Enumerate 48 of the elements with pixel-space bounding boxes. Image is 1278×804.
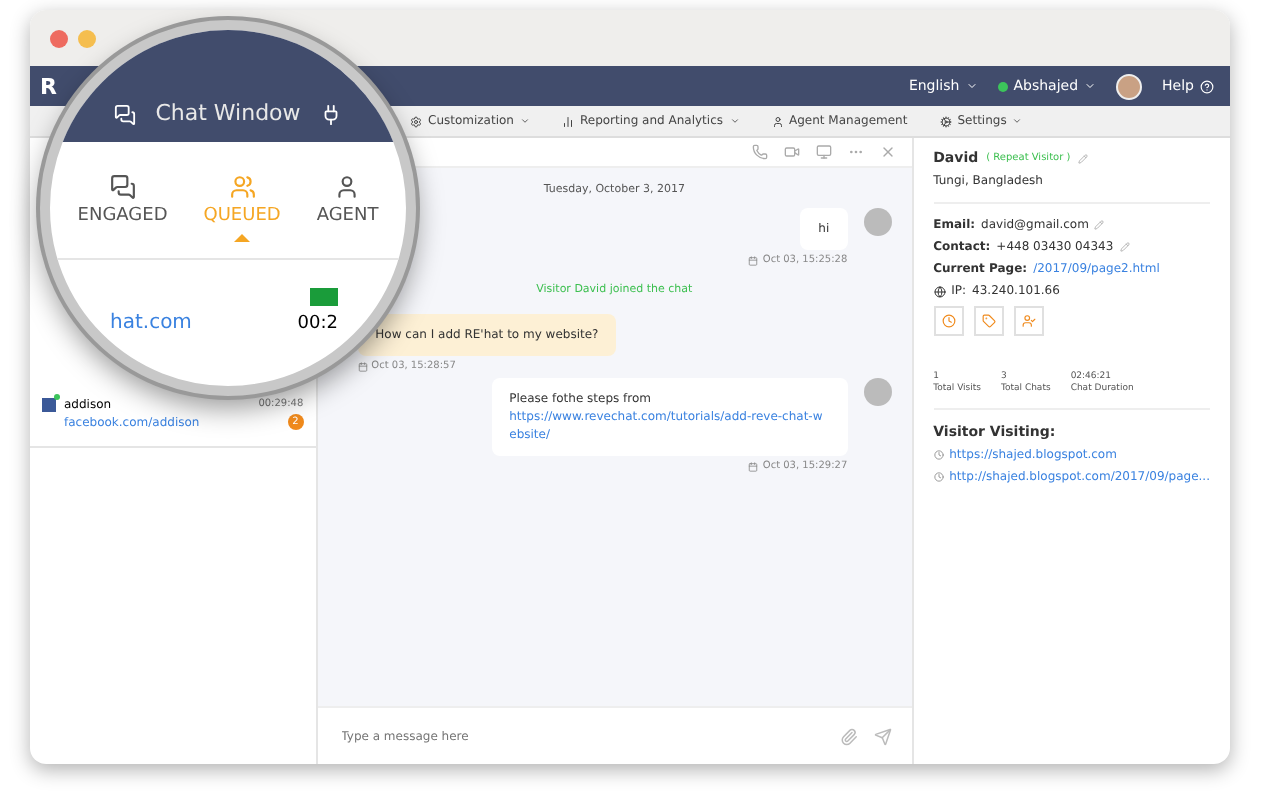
tag-icon [981,314,996,328]
caret-icon [965,80,978,92]
caret-icon [519,116,530,126]
gear-icon [410,115,422,127]
avatar [863,378,892,406]
screen-icon[interactable] [815,144,832,160]
chat-icon [113,104,136,126]
calendar-icon [748,461,759,471]
caret-icon [1012,116,1023,126]
logo: R [40,73,57,99]
paperclip-icon[interactable] [839,727,858,745]
tag-button[interactable] [973,306,1004,336]
edit-icon[interactable] [1078,153,1089,163]
window-control-dot[interactable] [50,29,68,47]
person-icon [334,174,361,200]
assign-button[interactable] [1013,306,1044,336]
caret-icon [1084,80,1097,92]
person-icon [1021,314,1036,328]
help-icon [1200,79,1214,93]
clock-icon [941,314,956,328]
clock-icon [933,450,944,460]
caret-icon [729,116,740,126]
flag-icon [310,287,338,306]
plug-icon [320,104,343,126]
history-button[interactable] [933,306,964,336]
video-icon[interactable] [783,144,800,160]
visitor-site[interactable]: hat.com [110,311,192,334]
edit-icon[interactable] [1094,220,1105,230]
avatar[interactable] [1116,73,1143,99]
queue-tab[interactable]: ENGAGED [77,174,168,242]
avatar [863,208,892,236]
phone-icon[interactable] [751,144,768,160]
queue-tab[interactable]: AGENT [316,174,379,242]
gears-icon [939,115,952,127]
calendar-icon [357,361,368,371]
bar-chart-icon [561,115,574,127]
chat-time: 00:2 [297,313,338,334]
calendar-icon [748,255,759,265]
clock-icon [933,472,944,482]
close-icon[interactable] [879,144,896,160]
users-icon [229,174,256,200]
person-icon [771,115,784,127]
send-icon[interactable] [873,727,892,745]
chat-bubbles-icon [109,174,136,200]
globe-icon [933,285,946,297]
panel-title: Chat Window [155,100,301,126]
edit-icon[interactable] [1119,242,1130,252]
window-control-dot[interactable] [78,29,96,47]
